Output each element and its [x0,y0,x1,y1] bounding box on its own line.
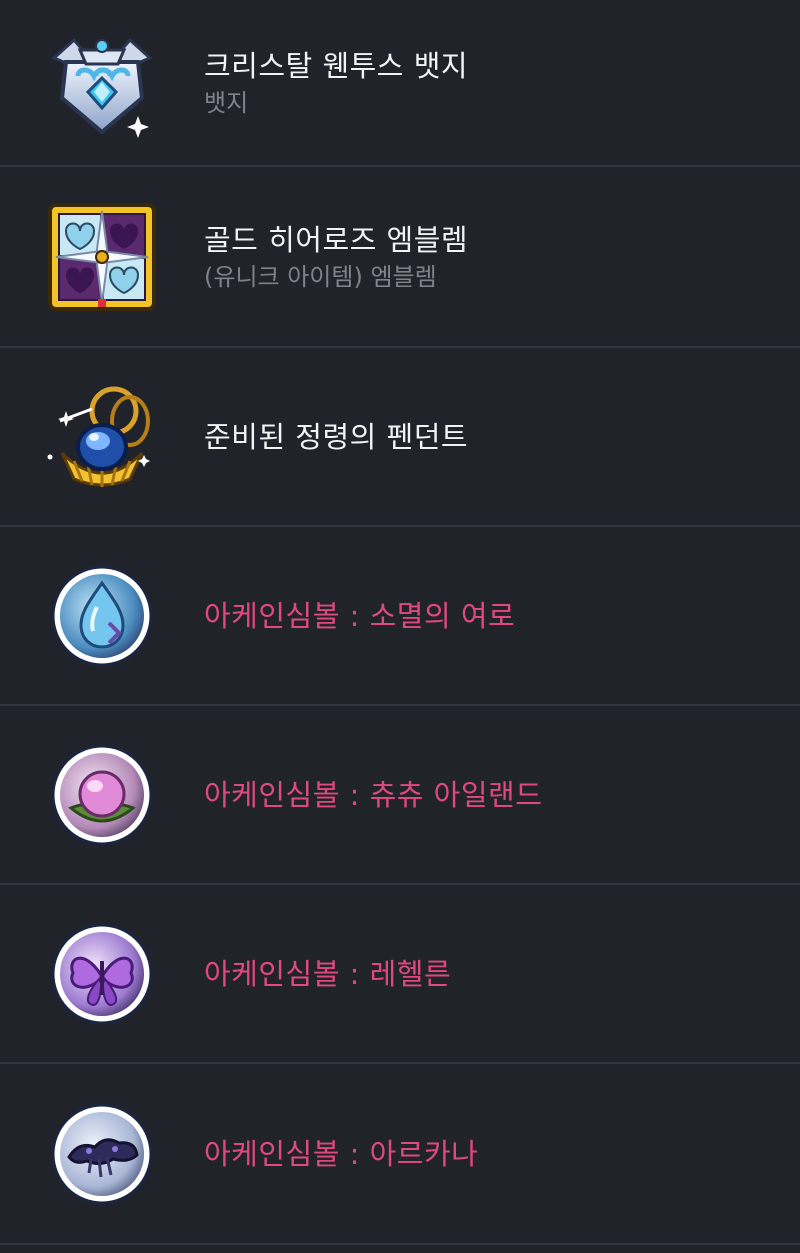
item-name: 크리스탈 웬투스 뱃지 [204,48,469,83]
item-name: 아케인심볼 : 츄츄 아일랜드 [204,777,543,812]
item-category: (유니크 아이템) 엠블렘 [204,262,437,291]
arcane-symbol-arcana-icon [42,1094,162,1214]
item-category: 뱃지 [204,88,249,117]
arcane-symbol-vanishing-journey-icon [42,556,162,676]
item-list: 크리스탈 웬투스 뱃지 뱃지 골드 히어로즈 엠블렘 (유니크 아이템) 엠블렘… [0,0,800,1253]
list-item[interactable]: 아케인심볼 : 소멸의 여로 [0,527,800,706]
list-item[interactable]: 준비된 정령의 펜던트 [0,348,800,527]
arcane-symbol-lachelein-icon [42,914,162,1034]
list-item[interactable]: 골드 히어로즈 엠블렘 (유니크 아이템) 엠블렘 [0,167,800,348]
list-item[interactable]: 아케인심볼 : 아르카나 [0,1064,800,1245]
list-item[interactable]: 크리스탈 웬투스 뱃지 뱃지 [0,0,800,167]
crystal-badge-icon [42,23,162,143]
spirit-pendant-icon [42,377,162,497]
item-name: 골드 히어로즈 엠블렘 [204,222,469,257]
item-name: 아케인심볼 : 소멸의 여로 [204,598,516,633]
list-item[interactable]: 아케인심볼 : 츄츄 아일랜드 [0,706,800,885]
arcane-symbol-chuchu-island-icon [42,735,162,855]
item-name: 아케인심볼 : 아르카나 [204,1136,479,1171]
list-item[interactable]: 아케인심볼 : 레헬른 [0,885,800,1064]
item-name: 아케인심볼 : 레헬른 [204,956,452,991]
item-name: 준비된 정령의 펜던트 [204,419,469,454]
gold-emblem-icon [42,197,162,317]
